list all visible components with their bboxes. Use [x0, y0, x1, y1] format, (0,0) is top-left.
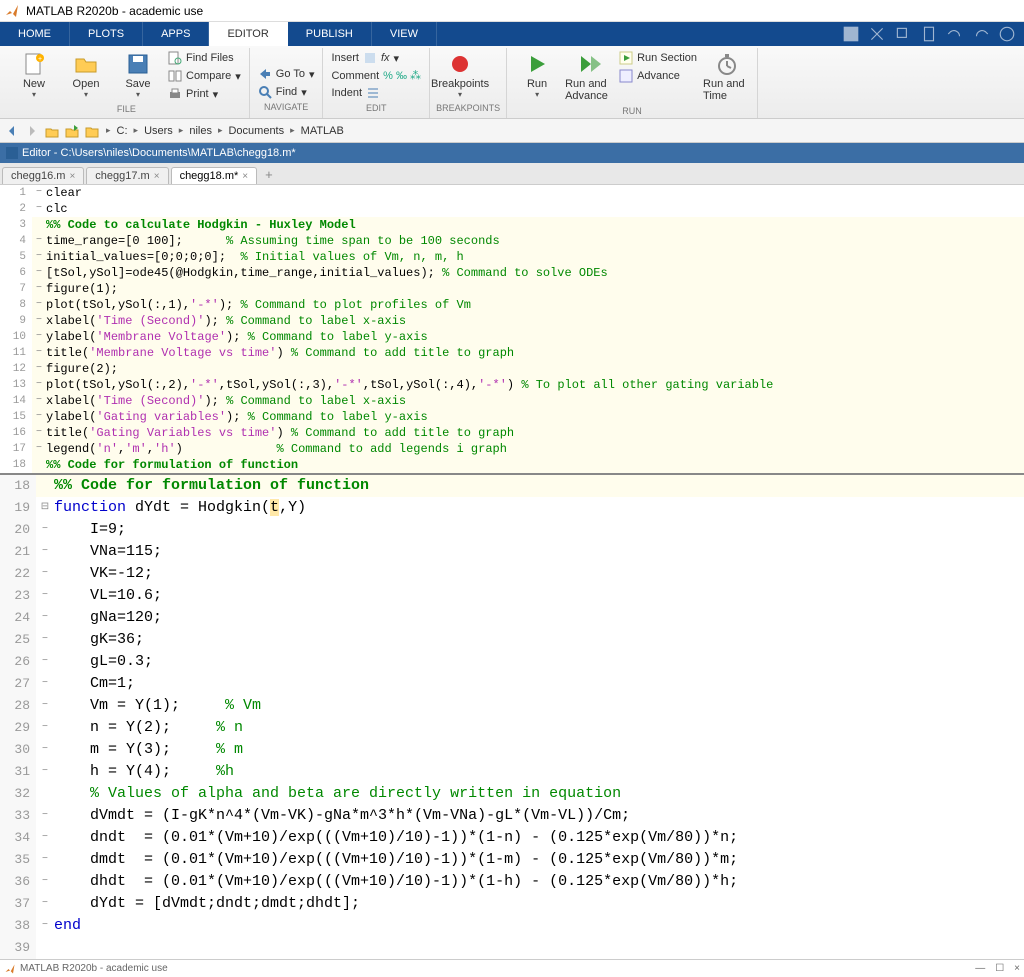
paste-icon[interactable] — [920, 25, 938, 43]
toolstrip-tabbar: HOME PLOTS APPS EDITOR PUBLISH VIEW — [0, 22, 1024, 46]
folder-icon[interactable] — [84, 123, 100, 139]
insert-icon — [363, 51, 377, 65]
compare-button[interactable]: Compare ▾ — [166, 68, 243, 84]
maximize-icon[interactable]: ☐ — [995, 963, 1004, 974]
close-icon[interactable]: × — [1014, 963, 1020, 974]
window-title: MATLAB R2020b - academic use — [26, 4, 203, 18]
insert-button[interactable]: Insert fx ▾ — [329, 50, 423, 66]
run-time-icon — [715, 52, 739, 76]
run-icon — [525, 52, 549, 76]
find-button[interactable]: Find ▾ — [256, 84, 317, 100]
crumb-matlab[interactable]: MATLAB — [301, 125, 344, 137]
ribbon-group-run: RUN — [513, 106, 751, 118]
indent-button[interactable]: Indent — [329, 85, 423, 101]
minimize-icon[interactable]: — — [975, 963, 985, 974]
comment-button[interactable]: Comment % ‰ ⁂ — [329, 68, 423, 83]
address-bar: ▸C: ▸Users ▸niles ▸Documents ▸MATLAB — [0, 119, 1024, 143]
taskbar-title: MATLAB R2020b - academic use — [20, 963, 168, 974]
ribbon-group-breakpoints: BREAKPOINTS — [436, 103, 500, 115]
tab-publish[interactable]: PUBLISH — [288, 22, 372, 46]
folder-open-icon — [74, 52, 98, 76]
taskbar: MATLAB R2020b - academic use — ☐ × — [0, 959, 1024, 977]
crumb-documents[interactable]: Documents — [228, 125, 284, 137]
spacer — [256, 50, 317, 64]
indent-icon — [366, 86, 380, 100]
editor-icon — [6, 147, 18, 159]
help-icon[interactable] — [998, 25, 1016, 43]
back-icon[interactable] — [4, 123, 20, 139]
tab-plots[interactable]: PLOTS — [70, 22, 143, 46]
save-icon — [126, 52, 150, 76]
breakpoints-button[interactable]: Breakpoints▾ — [436, 50, 484, 101]
forward-icon[interactable] — [24, 123, 40, 139]
crumb-c[interactable]: C: — [117, 125, 128, 137]
code-editor-top[interactable]: 1−clear 2−clc 3%% Code to calculate Hodg… — [0, 185, 1024, 473]
new-file-icon: + — [22, 52, 46, 76]
breakpoint-icon — [448, 52, 472, 76]
run-advance-button[interactable]: Run and Advance — [565, 50, 613, 104]
goto-icon — [258, 67, 272, 81]
run-time-button[interactable]: Run and Time — [703, 50, 751, 104]
print-button[interactable]: Print ▾ — [166, 86, 243, 102]
file-tab-3[interactable]: chegg18.m*× — [171, 167, 258, 184]
redo-icon[interactable] — [972, 25, 990, 43]
svg-text:+: + — [38, 56, 42, 63]
history-icon[interactable] — [64, 123, 80, 139]
close-icon[interactable]: × — [154, 171, 160, 182]
find-files-button[interactable]: Find Files — [166, 50, 243, 66]
matlab-logo-icon — [4, 963, 16, 975]
advance-button[interactable]: Advance — [617, 68, 699, 84]
print-icon — [168, 87, 182, 101]
ribbon-group-edit: EDIT — [329, 103, 423, 115]
file-tab-2[interactable]: chegg17.m× — [86, 167, 168, 184]
crumb-users[interactable]: Users — [144, 125, 173, 137]
tab-apps[interactable]: APPS — [143, 22, 209, 46]
crumb-niles[interactable]: niles — [189, 125, 212, 137]
goto-button[interactable]: Go To ▾ — [256, 66, 317, 82]
close-icon[interactable]: × — [242, 171, 248, 182]
tab-home[interactable]: HOME — [0, 22, 70, 46]
matlab-logo-icon — [4, 3, 20, 19]
editor-path: Editor - C:\Users\niles\Documents\MATLAB… — [22, 147, 296, 159]
undo-icon[interactable] — [946, 25, 964, 43]
close-icon[interactable]: × — [69, 171, 75, 182]
open-button[interactable]: Open▾ — [62, 50, 110, 101]
file-tab-1[interactable]: chegg16.m× — [2, 167, 84, 184]
run-section-button[interactable]: Run Section — [617, 50, 699, 66]
ribbon-group-navigate: NAVIGATE — [256, 102, 317, 114]
save-icon[interactable] — [842, 25, 860, 43]
cut-icon[interactable] — [868, 25, 886, 43]
compare-icon — [168, 69, 182, 83]
add-tab-button[interactable]: + — [259, 165, 279, 184]
code-editor-bottom[interactable]: 18%% Code for formulation of function 19… — [0, 473, 1024, 959]
run-button[interactable]: Run▾ — [513, 50, 561, 101]
advance-icon — [619, 69, 633, 83]
ribbon-group-file: FILE — [10, 104, 243, 116]
file-tabs: chegg16.m× chegg17.m× chegg18.m*× + — [0, 163, 1024, 185]
save-button[interactable]: Save▾ — [114, 50, 162, 101]
run-advance-icon — [577, 52, 601, 76]
window-titlebar: MATLAB R2020b - academic use — [0, 0, 1024, 22]
run-section-icon — [619, 51, 633, 65]
ribbon: + New▾ Open▾ Save▾ Find Files Compare ▾ … — [0, 46, 1024, 119]
tab-editor[interactable]: EDITOR — [209, 22, 287, 46]
up-icon[interactable] — [44, 123, 60, 139]
editor-titlebar: Editor - C:\Users\niles\Documents\MATLAB… — [0, 143, 1024, 163]
new-button[interactable]: + New▾ — [10, 50, 58, 101]
find-files-icon — [168, 51, 182, 65]
copy-icon[interactable] — [894, 25, 912, 43]
tab-view[interactable]: VIEW — [372, 22, 437, 46]
find-icon — [258, 85, 272, 99]
